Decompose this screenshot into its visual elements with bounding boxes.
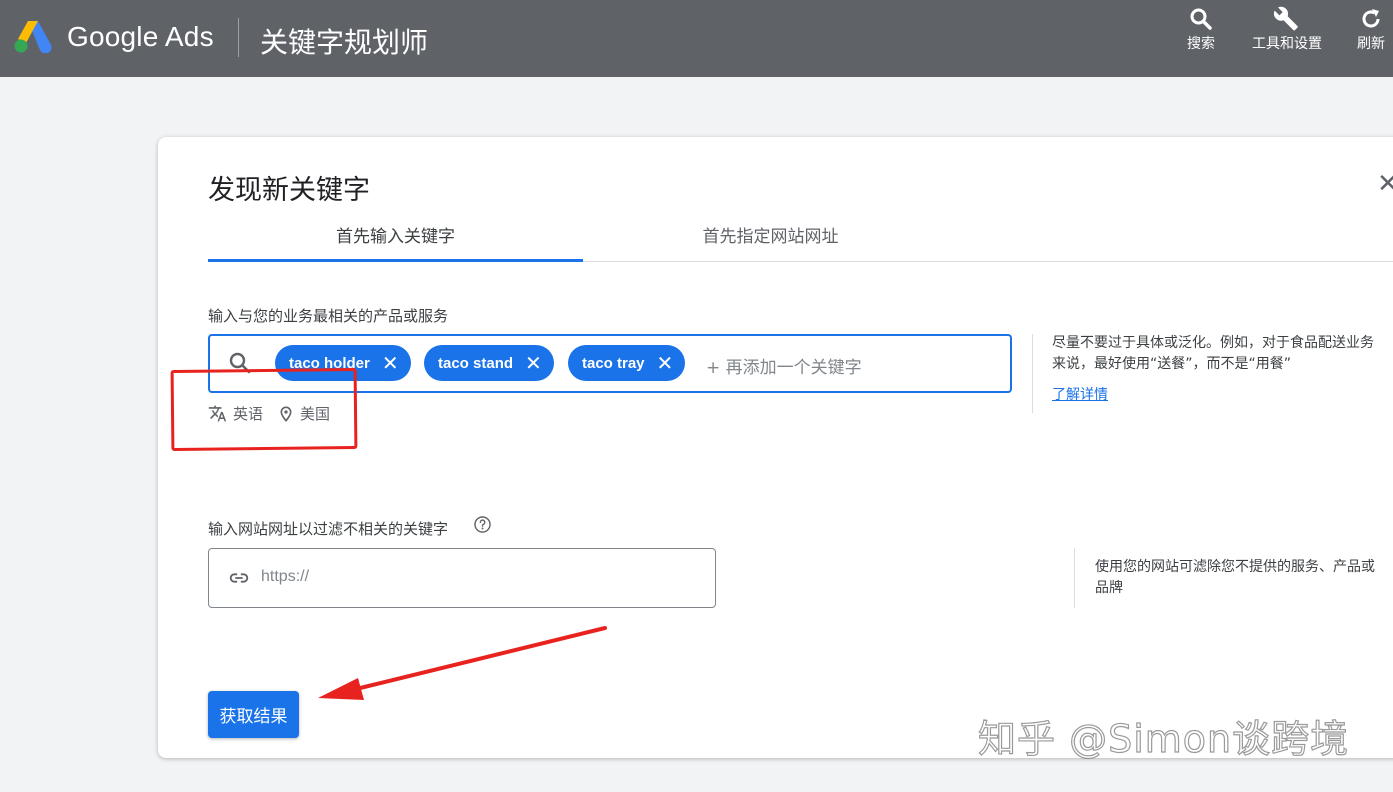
url-placeholder: https:// xyxy=(261,568,310,585)
link-icon xyxy=(229,573,249,583)
keyword-chip-label: taco tray xyxy=(582,354,645,372)
url-hint-text: 使用您的网站可滤除您不提供的服务、产品或品牌 xyxy=(1095,559,1375,596)
close-icon[interactable]: ✕ xyxy=(1377,169,1393,199)
annotation-highlight-box xyxy=(170,368,358,451)
top-bar: Google Ads 关键字规划师 搜索 工具和设置 刷新 xyxy=(0,0,1393,77)
header-divider xyxy=(238,18,239,57)
search-button[interactable]: 搜索 xyxy=(1180,6,1222,53)
website-url-input[interactable]: https:// xyxy=(208,548,716,608)
add-keyword-input[interactable]: + 再添加一个关键字 xyxy=(706,353,862,378)
get-results-button[interactable]: 获取结果 xyxy=(208,691,299,738)
page-title: 关键字规划师 xyxy=(260,26,429,59)
remove-chip-icon[interactable]: ✕ xyxy=(525,353,542,373)
learn-more-link[interactable]: 了解详情 xyxy=(1052,384,1108,404)
watermark: 知乎 @Simon谈跨境 xyxy=(977,716,1350,761)
hint-divider xyxy=(1074,548,1075,608)
google-ads-logo-icon xyxy=(14,21,52,53)
search-label: 搜索 xyxy=(1187,36,1215,52)
search-icon xyxy=(1190,8,1212,30)
keyword-chip[interactable]: taco stand ✕ xyxy=(424,345,554,381)
tab-bar: 首先输入关键字 首先指定网站网址 xyxy=(208,207,1393,262)
active-tab-indicator xyxy=(208,259,583,262)
url-field-label: 输入网站网址以过滤不相关的关键字 xyxy=(208,520,449,538)
hint-divider xyxy=(1032,334,1033,413)
remove-chip-icon[interactable]: ✕ xyxy=(382,353,399,373)
keyword-chip-label: taco stand xyxy=(438,354,514,372)
tab-start-with-keywords[interactable]: 首先输入关键字 xyxy=(208,222,583,247)
remove-chip-icon[interactable]: ✕ xyxy=(657,353,674,373)
refresh-icon xyxy=(1362,9,1380,28)
dialog-title: 发现新关键字 xyxy=(208,175,370,206)
help-circle-icon[interactable] xyxy=(473,515,492,534)
tab-start-with-website[interactable]: 首先指定网站网址 xyxy=(583,222,958,247)
refresh-label: 刷新 xyxy=(1357,36,1385,52)
keyword-field-label: 输入与您的业务最相关的产品或服务 xyxy=(208,307,449,325)
brand-name: Google Ads xyxy=(67,21,214,52)
wrench-icon xyxy=(1273,6,1298,31)
tools-settings-label: 工具和设置 xyxy=(1252,36,1322,52)
tools-settings-button[interactable]: 工具和设置 xyxy=(1252,6,1322,53)
annotation-arrow-icon xyxy=(318,626,607,700)
keyword-chip[interactable]: taco tray ✕ xyxy=(568,345,686,381)
refresh-button[interactable]: 刷新 xyxy=(1351,6,1391,53)
keyword-hint-text: 尽量不要过于具体或泛化。例如，对于食品配送业务来说，最好使用“送餐”，而不是“用… xyxy=(1052,335,1374,372)
